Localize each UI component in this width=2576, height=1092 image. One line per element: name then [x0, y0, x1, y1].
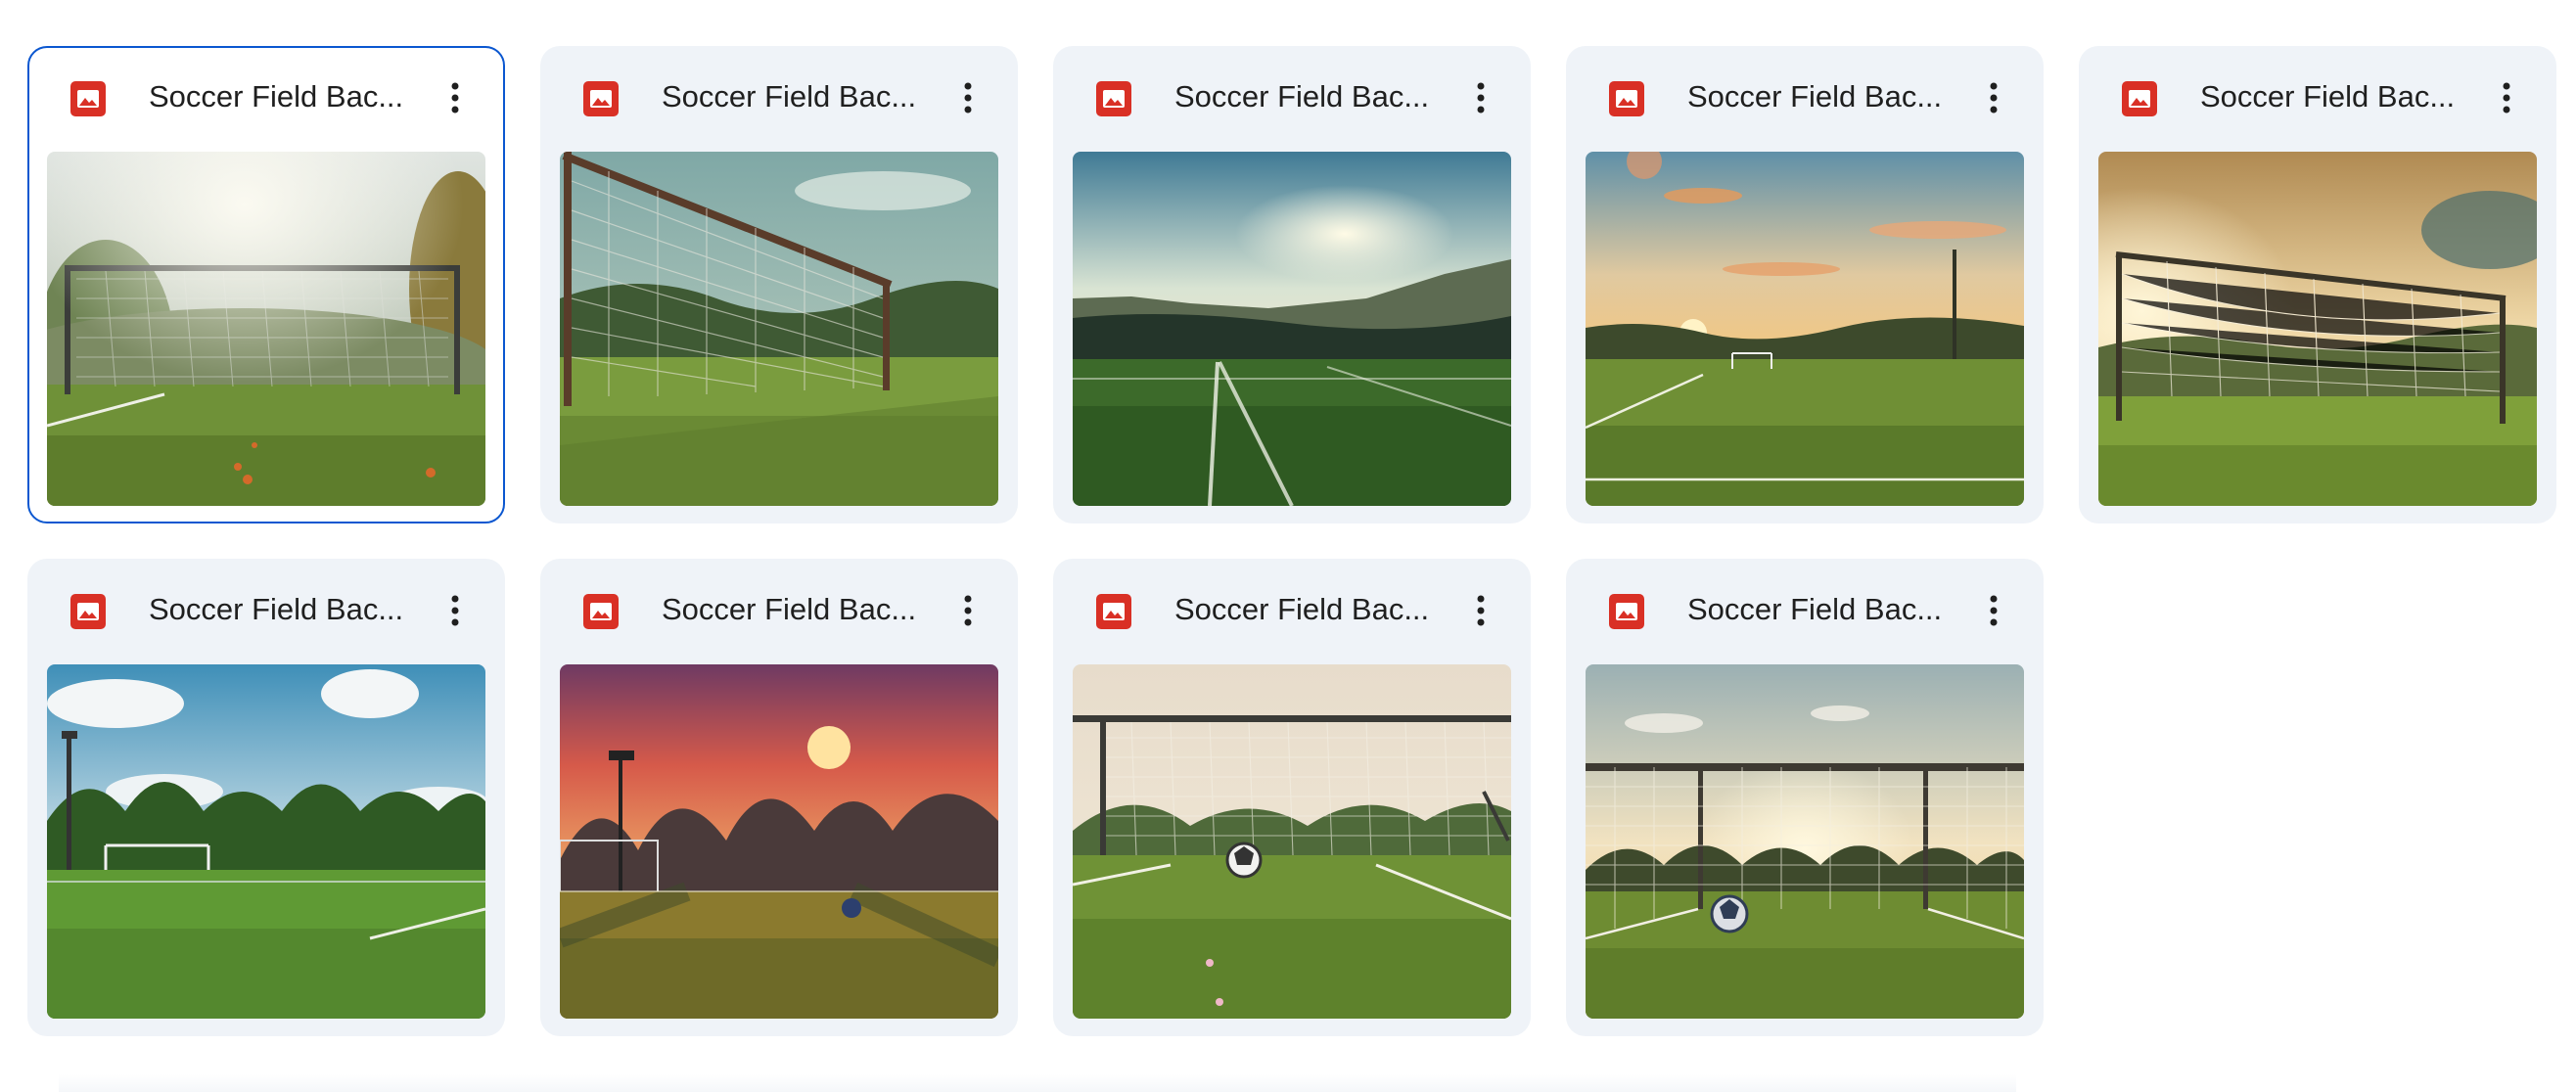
image-thumbnail[interactable] [47, 664, 485, 1019]
more-options-icon[interactable] [943, 586, 992, 635]
file-card-header: Soccer Field Bac... [542, 48, 1016, 152]
image-file-icon [2122, 81, 2157, 116]
file-card[interactable]: Soccer Field Bac... [1566, 559, 2044, 1036]
file-name: Soccer Field Bac... [149, 592, 404, 626]
image-thumbnail[interactable] [2098, 152, 2537, 506]
file-name: Soccer Field Bac... [1687, 79, 1943, 114]
image-thumbnail[interactable] [1586, 664, 2024, 1019]
image-thumbnail[interactable] [1073, 664, 1511, 1019]
image-thumbnail[interactable] [1073, 152, 1511, 506]
file-name: Soccer Field Bac... [1174, 79, 1430, 114]
file-name: Soccer Field Bac... [662, 79, 917, 114]
more-options-icon[interactable] [1456, 586, 1505, 635]
file-card-header: Soccer Field Bac... [1055, 561, 1529, 664]
image-file-icon [583, 81, 619, 116]
file-name: Soccer Field Bac... [2200, 79, 2456, 114]
file-card-header: Soccer Field Bac... [29, 48, 503, 152]
file-card[interactable]: Soccer Field Bac... [27, 46, 505, 523]
file-card-header: Soccer Field Bac... [29, 561, 503, 664]
file-card-header: Soccer Field Bac... [2081, 48, 2554, 152]
file-card[interactable]: Soccer Field Bac... [540, 46, 1018, 523]
file-card-header: Soccer Field Bac... [1568, 48, 2042, 152]
file-card-header: Soccer Field Bac... [1568, 561, 2042, 664]
file-card[interactable]: Soccer Field Bac... [27, 559, 505, 1036]
more-options-icon[interactable] [943, 73, 992, 122]
bottom-scroll-shadow [59, 1074, 2016, 1092]
file-card[interactable]: Soccer Field Bac... [1566, 46, 2044, 523]
file-name: Soccer Field Bac... [1687, 592, 1943, 626]
more-options-icon[interactable] [431, 586, 480, 635]
image-thumbnail[interactable] [47, 152, 485, 506]
file-grid: Soccer Field Bac... Soccer Field Bac... … [27, 46, 2572, 1036]
image-file-icon [70, 594, 106, 629]
file-card[interactable]: Soccer Field Bac... [540, 559, 1018, 1036]
more-options-icon[interactable] [1969, 73, 2018, 122]
more-options-icon[interactable] [1456, 73, 1505, 122]
image-file-icon [1609, 594, 1644, 629]
file-name: Soccer Field Bac... [662, 592, 917, 626]
file-name: Soccer Field Bac... [149, 79, 404, 114]
image-file-icon [1096, 81, 1131, 116]
more-options-icon[interactable] [1969, 586, 2018, 635]
file-card-header: Soccer Field Bac... [542, 561, 1016, 664]
more-options-icon[interactable] [2482, 73, 2531, 122]
image-file-icon [583, 594, 619, 629]
file-card[interactable]: Soccer Field Bac... [1053, 559, 1531, 1036]
file-card-header: Soccer Field Bac... [1055, 48, 1529, 152]
file-card[interactable]: Soccer Field Bac... [2079, 46, 2556, 523]
file-card[interactable]: Soccer Field Bac... [1053, 46, 1531, 523]
more-options-icon[interactable] [431, 73, 480, 122]
image-file-icon [1096, 594, 1131, 629]
image-file-icon [70, 81, 106, 116]
image-thumbnail[interactable] [560, 664, 998, 1019]
image-thumbnail[interactable] [1586, 152, 2024, 506]
file-name: Soccer Field Bac... [1174, 592, 1430, 626]
image-file-icon [1609, 81, 1644, 116]
image-thumbnail[interactable] [560, 152, 998, 506]
